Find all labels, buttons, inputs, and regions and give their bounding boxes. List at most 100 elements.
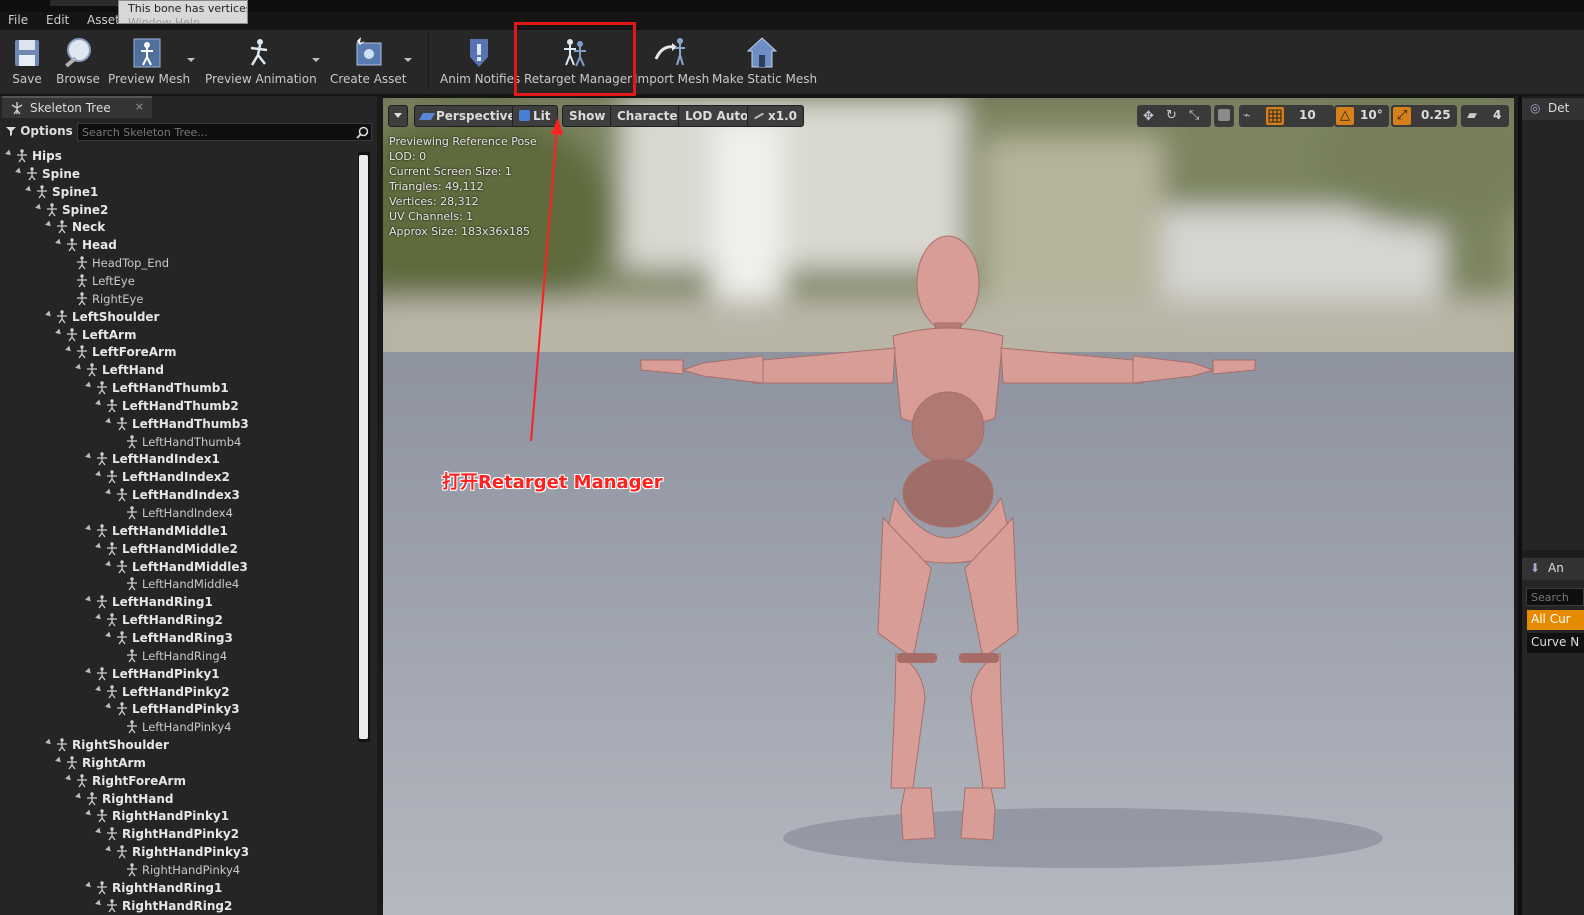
expand-arrow-icon[interactable]: [85, 381, 93, 390]
expand-arrow-icon[interactable]: [5, 149, 13, 158]
options-dropdown[interactable]: Options: [6, 124, 83, 138]
browse-button[interactable]: Browse: [54, 30, 102, 94]
bone-row[interactable]: RightHand: [0, 791, 356, 809]
bone-row[interactable]: LeftEye: [0, 273, 356, 291]
bone-row[interactable]: LeftShoulder: [0, 309, 356, 327]
expand-arrow-icon[interactable]: [105, 702, 113, 711]
expand-arrow-icon[interactable]: [95, 542, 103, 551]
grid-snap-value[interactable]: 10: [1299, 108, 1316, 122]
expand-arrow-icon[interactable]: [35, 203, 43, 211]
anim-notifies-button[interactable]: Anim Notifies: [440, 30, 520, 94]
expand-arrow-icon[interactable]: [105, 488, 113, 497]
camera-speed-group[interactable]: ▰ 4: [1461, 105, 1509, 127]
bone-row[interactable]: LeftHandRing3: [0, 630, 356, 648]
viewport-options-button[interactable]: [388, 105, 408, 127]
expand-arrow-icon[interactable]: [85, 453, 93, 461]
expand-arrow-icon[interactable]: [85, 881, 93, 890]
expand-arrow-icon[interactable]: [55, 328, 63, 336]
bone-row[interactable]: Spine: [0, 166, 356, 184]
bone-row[interactable]: LeftHandMiddle1: [0, 523, 356, 541]
expand-arrow-icon[interactable]: [45, 738, 53, 747]
bone-row[interactable]: LeftHand: [0, 362, 356, 380]
make-static-mesh-button[interactable]: Make Static Mesh: [712, 30, 817, 94]
preview-mesh-button[interactable]: Preview Mesh: [108, 30, 190, 94]
expand-arrow-icon[interactable]: [85, 667, 93, 676]
expand-arrow-icon[interactable]: [95, 827, 103, 836]
translate-icon[interactable]: ✥: [1143, 109, 1154, 124]
bone-row[interactable]: Spine2: [0, 202, 356, 220]
create-asset-dropdown-icon[interactable]: [404, 58, 412, 62]
expand-arrow-icon[interactable]: [105, 845, 113, 854]
bone-row[interactable]: LeftHandMiddle2: [0, 541, 356, 559]
bone-row[interactable]: LeftHandIndex1: [0, 451, 356, 469]
skeleton-tree-scrollbar[interactable]: [359, 155, 368, 739]
bone-row[interactable]: RightShoulder: [0, 737, 356, 755]
rotate-icon[interactable]: ↻: [1166, 108, 1177, 123]
menu-asset[interactable]: Asset: [87, 13, 120, 27]
expand-arrow-icon[interactable]: [25, 185, 33, 194]
expand-arrow-icon[interactable]: [75, 792, 83, 800]
expand-arrow-icon[interactable]: [95, 899, 103, 908]
expand-arrow-icon[interactable]: [85, 595, 93, 604]
bone-row[interactable]: RightHandRing1: [0, 880, 356, 898]
expand-arrow-icon[interactable]: [95, 685, 103, 693]
create-asset-button[interactable]: Create Asset: [330, 30, 407, 94]
bone-row[interactable]: Neck: [0, 219, 356, 237]
bone-row[interactable]: LeftHandRing1: [0, 594, 356, 612]
scale-snap-icon[interactable]: ⤢: [1393, 107, 1411, 125]
expand-arrow-icon[interactable]: [65, 345, 73, 354]
world-local-toggle[interactable]: [1214, 105, 1234, 127]
skeleton-tree-search-input[interactable]: [77, 123, 372, 141]
bone-row[interactable]: RightHandPinky2: [0, 826, 356, 844]
lod-button[interactable]: LOD Auto: [678, 105, 756, 127]
bone-row[interactable]: Hips: [0, 148, 356, 166]
expand-arrow-icon[interactable]: [45, 310, 53, 319]
bone-row[interactable]: LeftHandPinky1: [0, 666, 356, 684]
bone-row[interactable]: LeftHandPinky2: [0, 684, 356, 702]
bone-row[interactable]: LeftHandThumb1: [0, 380, 356, 398]
expand-arrow-icon[interactable]: [75, 363, 83, 372]
expand-arrow-icon[interactable]: [85, 810, 93, 818]
viewport[interactable]: Perspective Lit Show Character LOD Auto …: [383, 98, 1514, 915]
expand-arrow-icon[interactable]: [95, 470, 103, 479]
perspective-button[interactable]: Perspective: [414, 105, 523, 127]
preview-animation-button[interactable]: Preview Animation: [205, 30, 317, 94]
bone-row[interactable]: RightArm: [0, 755, 356, 773]
curves-search-input[interactable]: Search: [1526, 588, 1584, 606]
menu-file[interactable]: File: [8, 13, 28, 27]
expand-arrow-icon[interactable]: [45, 221, 53, 229]
bone-row[interactable]: RightHandPinky1: [0, 808, 356, 826]
preview-animation-dropdown-icon[interactable]: [312, 58, 320, 62]
expand-arrow-icon[interactable]: [95, 399, 103, 408]
bone-row[interactable]: LeftHandIndex4: [0, 505, 356, 523]
expand-arrow-icon[interactable]: [55, 238, 63, 247]
expand-arrow-icon[interactable]: [85, 524, 93, 533]
bone-row[interactable]: LeftHandIndex2: [0, 469, 356, 487]
bone-row[interactable]: LeftHandMiddle4: [0, 576, 356, 594]
grid-icon[interactable]: [1266, 107, 1284, 125]
bone-row[interactable]: LeftForeArm: [0, 344, 356, 362]
all-curves-button[interactable]: All Cur: [1527, 610, 1584, 630]
preview-mesh-dropdown-icon[interactable]: [187, 58, 195, 62]
angle-icon[interactable]: △: [1336, 107, 1354, 125]
bone-row[interactable]: LeftHandRing4: [0, 648, 356, 666]
bone-row[interactable]: RightForeArm: [0, 773, 356, 791]
bone-row[interactable]: Spine1: [0, 184, 356, 202]
bone-row[interactable]: LeftHandThumb4: [0, 434, 356, 452]
tab-anim-curves[interactable]: ⬇ An: [1522, 558, 1584, 580]
scale-icon[interactable]: ⤡: [1189, 108, 1199, 123]
bone-row[interactable]: HeadTop_End: [0, 255, 356, 273]
expand-arrow-icon[interactable]: [105, 560, 113, 568]
tab-skeleton-tree[interactable]: Skeleton Tree ×: [2, 96, 152, 118]
close-tab-icon[interactable]: ×: [135, 100, 144, 113]
expand-arrow-icon[interactable]: [105, 417, 113, 426]
bone-row[interactable]: RightHandPinky3: [0, 844, 356, 862]
save-button[interactable]: Save: [5, 30, 49, 94]
bone-row[interactable]: LeftHandMiddle3: [0, 559, 356, 577]
bone-row[interactable]: LeftArm: [0, 327, 356, 345]
bone-row[interactable]: RightEye: [0, 291, 356, 309]
bone-row[interactable]: RightHandRing2: [0, 898, 356, 915]
show-button[interactable]: Show: [562, 105, 613, 127]
bone-row[interactable]: LeftHandPinky4: [0, 719, 356, 737]
bone-row[interactable]: Head: [0, 237, 356, 255]
